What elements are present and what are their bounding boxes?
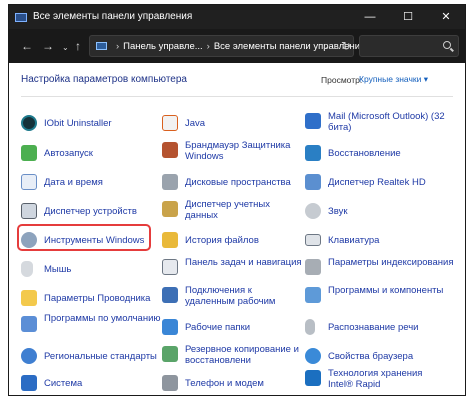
iobit-icon	[21, 115, 37, 131]
item-label: Резервное копирование и восстановлени	[185, 344, 299, 366]
programs-features-icon	[305, 287, 321, 303]
close-button[interactable]: ✕	[427, 5, 465, 29]
java-icon	[162, 115, 178, 131]
item-label: История файлов	[185, 235, 259, 246]
item-remote-desktop[interactable]: Подключения к удаленным рабочим	[162, 284, 304, 318]
firewall-icon	[162, 142, 178, 158]
date-time-icon	[21, 174, 37, 190]
item-label: Распознавание речи	[328, 322, 419, 333]
item-label: Звук	[328, 206, 348, 217]
breadcrumb-control-panel[interactable]: Панель управле...	[123, 41, 203, 52]
refresh-button[interactable]: ↻	[341, 39, 351, 53]
item-label: Автозапуск	[44, 148, 93, 159]
item-label: Диспетчер Realtek HD	[328, 177, 426, 188]
item-label: Региональные стандарты	[44, 351, 157, 362]
device-manager-icon	[21, 203, 37, 219]
address-bar[interactable]: › Панель управле... › Все элементы панели у…	[89, 35, 365, 57]
item-label: Диспетчер учетных данных	[185, 199, 270, 221]
item-phone-modem[interactable]: Телефон и модем	[162, 373, 304, 395]
item-label: Mail (Microsoft Outlook) (32 бита)	[328, 111, 445, 133]
recovery-icon	[305, 145, 321, 161]
item-label: Дата и время	[44, 177, 103, 188]
indexing-icon	[305, 259, 321, 275]
item-credential-manager[interactable]: Диспетчер учетных данных	[162, 198, 304, 232]
address-dropdown-button[interactable]: ⌄	[322, 42, 329, 51]
mouse-icon	[21, 261, 33, 277]
internet-options-icon	[305, 348, 321, 364]
speech-icon	[305, 319, 315, 335]
keyboard-icon	[305, 234, 321, 246]
highlight-frame	[17, 224, 151, 251]
item-label: Подключения к удаленным рабочим	[185, 285, 276, 307]
autoplay-icon	[21, 145, 37, 161]
work-folders-icon	[162, 319, 178, 335]
minimize-button[interactable]: —	[351, 5, 389, 29]
item-label: Программы и компоненты	[328, 285, 444, 296]
recent-locations-button[interactable]: ⌄	[62, 41, 69, 55]
item-intel-rst[interactable]: Технология хранения Intel® Rapid	[305, 367, 455, 395]
item-label: Рабочие папки	[185, 322, 251, 333]
system-icon	[21, 375, 37, 391]
item-label: IObit Uninstaller	[44, 118, 112, 129]
item-iobit-uninstaller[interactable]: IObit Uninstaller	[21, 113, 161, 147]
forward-button[interactable]: →	[42, 39, 54, 53]
sound-icon	[305, 203, 321, 219]
item-label: Клавиатура	[328, 235, 380, 246]
title-bar: Все элементы панели управления — ☐ ✕	[9, 5, 465, 29]
item-programs-features[interactable]: Программы и компоненты	[305, 284, 455, 318]
item-label: Свойства браузера	[328, 351, 414, 362]
navigation-bar: ← → ⌄ ↑ › Панель управле... › Все элементы …	[9, 29, 465, 63]
item-label: Телефон и модем	[185, 378, 264, 389]
item-system[interactable]: Система	[21, 373, 161, 395]
item-label: Брандмауэр Защитника Windows	[185, 140, 291, 162]
window-title: Все элементы панели управления	[33, 11, 193, 22]
item-firewall[interactable]: Брандмауэр Защитника Windows	[162, 139, 304, 173]
control-panel-window: Все элементы панели управления — ☐ ✕ ← →…	[8, 4, 466, 396]
back-button[interactable]: ←	[21, 39, 33, 53]
control-panel-icon	[96, 42, 107, 50]
realtek-icon	[305, 174, 321, 190]
page-title: Настройка параметров компьютера	[21, 74, 187, 85]
item-label: Java	[185, 118, 206, 129]
item-label: Параметры индексирования	[328, 257, 454, 268]
intel-rst-icon	[305, 370, 321, 386]
view-by-label: Просмотр:	[321, 75, 363, 85]
item-label: Параметры Проводника	[44, 293, 151, 304]
item-label: Дисковые пространства	[185, 177, 291, 188]
search-box[interactable]	[359, 35, 459, 57]
maximize-button[interactable]: ☐	[389, 5, 427, 29]
item-mail[interactable]: Mail (Microsoft Outlook) (32 бита)	[305, 110, 455, 144]
item-default-programs[interactable]: Программы по умолчанию	[21, 313, 161, 347]
view-by-dropdown[interactable]: Крупные значки ▾	[359, 74, 428, 85]
region-icon	[21, 348, 37, 364]
item-label: Программы по умолчанию	[44, 313, 161, 324]
file-history-icon	[162, 232, 178, 248]
credential-manager-icon	[162, 201, 178, 217]
item-label: Восстановление	[328, 148, 401, 159]
explorer-options-icon	[21, 290, 37, 306]
item-label: Технология хранения Intel® Rapid	[328, 368, 423, 390]
item-backup[interactable]: Резервное копирование и восстановлени	[162, 343, 304, 377]
breadcrumb-separator-icon: ›	[116, 41, 120, 52]
item-label: Система	[44, 378, 83, 389]
remote-desktop-icon	[162, 287, 178, 303]
item-label: Панель задач и навигация	[185, 257, 302, 268]
control-panel-icon	[15, 13, 27, 22]
header-divider	[21, 96, 453, 97]
up-button[interactable]: ↑	[75, 39, 81, 53]
item-label: Мышь	[44, 264, 72, 275]
breadcrumb-separator-icon: ›	[206, 41, 210, 52]
backup-icon	[162, 346, 178, 362]
storage-spaces-icon	[162, 174, 178, 190]
search-icon	[443, 41, 451, 49]
item-label: Диспетчер устройств	[44, 206, 137, 217]
default-programs-icon	[21, 316, 37, 332]
phone-modem-icon	[162, 375, 178, 391]
main-content: Настройка параметров компьютера Просмотр…	[9, 63, 465, 395]
taskbar-icon	[162, 259, 178, 275]
mail-icon	[305, 113, 321, 129]
